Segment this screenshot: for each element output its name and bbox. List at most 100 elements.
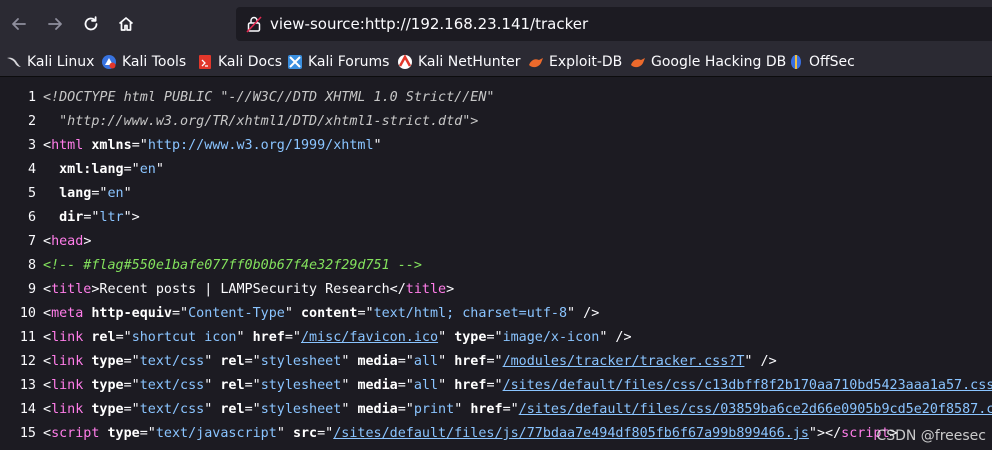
source-token-attr: rel xyxy=(220,354,245,369)
back-button[interactable] xyxy=(4,9,34,39)
bookmark-label: Kali NetHunter xyxy=(418,54,521,70)
source-token-val: stylesheet xyxy=(260,378,342,393)
source-token-attr: media xyxy=(357,354,398,369)
source-token-txt: " /> xyxy=(599,330,632,345)
source-token-val: text/css xyxy=(139,354,205,369)
source-token-tag: title xyxy=(51,282,92,297)
source-line: 1 <!DOCTYPE html PUBLIC "-//W3C//DTD XHTM… xyxy=(0,86,992,110)
source-link[interactable]: /sites/default/files/js/77bdaa7e494df805… xyxy=(333,426,809,441)
source-token-attr: dir xyxy=(59,210,84,225)
source-token-txt: < xyxy=(43,306,52,321)
source-token-val: ltr xyxy=(99,210,124,225)
line-number: 4 xyxy=(27,162,36,177)
source-line: 10 <meta http-equiv="Content-Type" conten… xyxy=(0,302,992,326)
line-number: 5 xyxy=(27,186,36,201)
source-token-attr: xmlns xyxy=(91,138,132,153)
source-line: 14 <link type="text/css" rel="stylesheet"… xyxy=(0,398,992,422)
source-token-txt: " xyxy=(341,402,358,417)
forward-button[interactable] xyxy=(40,9,70,39)
source-token-txt: < xyxy=(43,234,52,249)
source-token-tag: link xyxy=(51,402,84,417)
source-token-txt: " xyxy=(284,306,301,321)
bookmark-google-hacking-db[interactable]: Google Hacking DB xyxy=(630,48,786,76)
source-token-val: text/html; charset=utf-8 xyxy=(373,306,568,321)
source-code: <!DOCTYPE html PUBLIC "-//W3C//DTD XHTML… xyxy=(43,86,494,110)
home-button[interactable] xyxy=(111,9,141,39)
source-code: "http://www.w3.org/TR/xhtml1/DTD/xhtml1-… xyxy=(43,110,478,134)
source-token-txt: =" xyxy=(123,378,140,393)
bookmark-kali-linux[interactable]: Kali Linux xyxy=(6,48,94,76)
source-token-attr: http-equiv xyxy=(91,306,172,321)
reload-button[interactable] xyxy=(76,9,106,39)
kali-nethunter-icon xyxy=(397,54,413,70)
page-info-icon[interactable] xyxy=(246,15,262,33)
source-link[interactable]: /misc/favicon.ico xyxy=(301,330,438,345)
source-token-tag: meta xyxy=(51,306,84,321)
source-token-txt: =" xyxy=(284,330,301,345)
bookmark-label: Exploit-DB xyxy=(549,54,623,70)
source-token-txt: =" xyxy=(502,402,519,417)
source-code: <title>Recent posts | LAMPSecurity Resea… xyxy=(43,278,454,302)
source-token-txt: " xyxy=(204,402,221,417)
bookmark-exploit-db[interactable]: Exploit-DB xyxy=(528,48,622,76)
source-token-txt: =" xyxy=(486,354,503,369)
source-token-txt: =" xyxy=(115,330,132,345)
source-token-txt: =" xyxy=(317,426,334,441)
source-token-val: text/css xyxy=(139,378,205,393)
offsec-icon xyxy=(788,54,804,70)
source-token-txt: " xyxy=(276,426,293,441)
source-token-attr: media xyxy=(357,402,398,417)
source-token-txt: < xyxy=(43,282,52,297)
source-token-txt: =" xyxy=(244,378,261,393)
bookmark-kali-forums[interactable]: Kali Forums xyxy=(287,48,389,76)
source-token-txt: =" xyxy=(397,378,414,393)
source-line: 13 <link type="text/css" rel="stylesheet"… xyxy=(0,374,992,398)
source-token-val: en xyxy=(139,162,156,177)
source-line: 4 xml:lang="en" xyxy=(0,158,992,182)
bookmark-offsec[interactable]: OffSec xyxy=(788,48,855,76)
source-token-txt xyxy=(43,210,59,225)
bookmark-kali-nethunter[interactable]: Kali NetHunter xyxy=(397,48,520,76)
source-token-txt: =" xyxy=(123,162,140,177)
source-line: 5 lang="en" xyxy=(0,182,992,206)
bookmark-label: Kali Tools xyxy=(122,54,187,70)
source-token-tag: link xyxy=(51,330,84,345)
source-token-tag: script xyxy=(51,426,100,441)
source-token-tag: link xyxy=(51,354,84,369)
source-line: 8 <!-- #flag#550e1bafe077ff0b0b67f4e32f29… xyxy=(0,254,992,278)
source-token-txt: > xyxy=(446,282,455,297)
source-token-txt: "> xyxy=(123,210,140,225)
source-code: <link type="text/css" rel="stylesheet" m… xyxy=(43,398,992,422)
source-token-txt: =" xyxy=(244,354,261,369)
url-text[interactable]: view-source:http://192.168.23.141/tracke… xyxy=(270,7,588,41)
line-number: 15 xyxy=(19,426,36,441)
line-number: 9 xyxy=(27,282,36,297)
source-token-txt: " xyxy=(204,378,221,393)
source-token-tag: head xyxy=(51,234,84,249)
source-token-txt: " xyxy=(438,378,455,393)
line-number: 1 xyxy=(27,90,36,105)
url-bar[interactable]: view-source:http://192.168.23.141/tracke… xyxy=(236,7,992,41)
source-token-attr: rel xyxy=(91,330,116,345)
source-token-tag: title xyxy=(405,282,447,297)
source-token-attr: rel xyxy=(220,378,245,393)
line-number: 14 xyxy=(19,402,36,417)
bookmark-kali-docs[interactable]: Kali Docs xyxy=(197,48,282,76)
source-link[interactable]: /modules/tracker/tracker.css?T xyxy=(503,354,745,369)
source-token-val: Content-Type xyxy=(188,306,285,321)
line-number: 7 xyxy=(27,234,36,249)
source-link[interactable]: /sites/default/files/css/c13dbff8f2b170a… xyxy=(503,378,992,393)
source-token-txt: < xyxy=(43,354,52,369)
bookmark-label: Kali Forums xyxy=(308,54,390,70)
source-token-attr: type xyxy=(454,330,487,345)
kali-docs-icon xyxy=(197,54,213,70)
bookmark-label: Kali Docs xyxy=(218,54,283,70)
source-link[interactable]: /sites/default/files/css/03859ba6ce2d66e… xyxy=(519,402,992,417)
line-number: 2 xyxy=(27,114,36,129)
bookmark-kali-tools[interactable]: Kali Tools xyxy=(101,48,186,76)
source-token-txt: < xyxy=(43,378,52,393)
bookmark-label: OffSec xyxy=(809,54,855,70)
source-code: <link type="text/css" rel="stylesheet" m… xyxy=(43,374,992,398)
source-token-txt: " xyxy=(123,186,132,201)
source-line: 12 <link type="text/css" rel="stylesheet"… xyxy=(0,350,992,374)
